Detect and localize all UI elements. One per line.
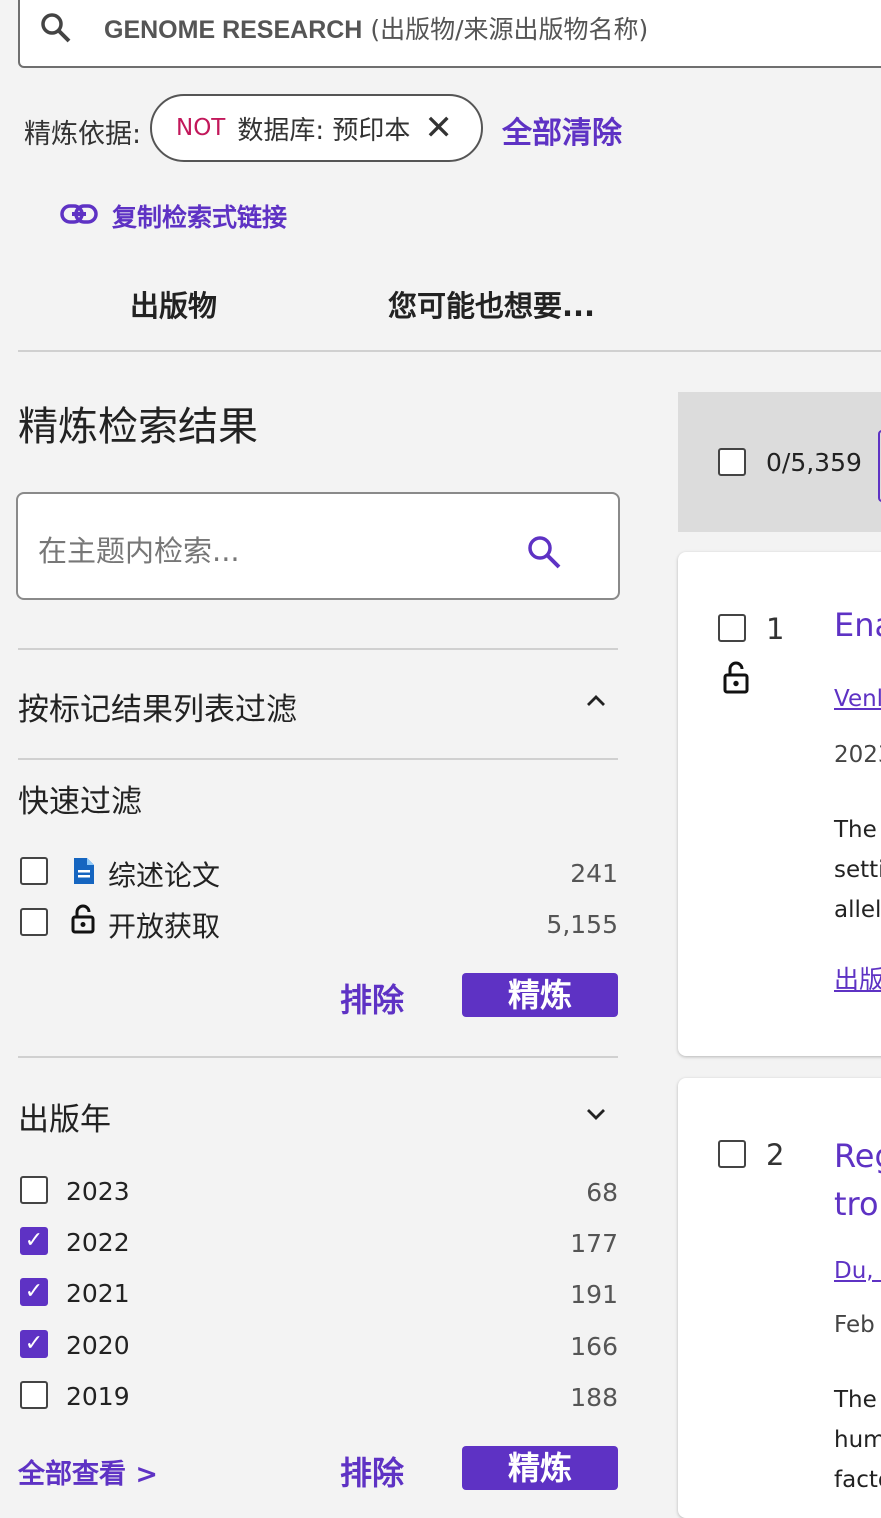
view-all-link[interactable]: 全部查看 >: [18, 1452, 158, 1491]
search-icon[interactable]: [526, 534, 562, 574]
result-card: 2 Reg trop Du, ( Feb The hum facto: [678, 1078, 881, 1518]
close-icon[interactable]: ✕: [424, 111, 453, 145]
year-label: 2023: [66, 1177, 130, 1206]
year-label: 2022: [66, 1228, 130, 1257]
refine-label: 精炼依据:: [24, 119, 142, 150]
year-checkbox-2023[interactable]: [20, 1176, 48, 1204]
tab-you-may-like[interactable]: 您可能也想要...: [388, 283, 595, 325]
result-card: 1 Ena Venl 2023 The setti allel 出版: [678, 552, 881, 1056]
selected-count: 0/5,359: [766, 448, 862, 477]
refine-button[interactable]: 精炼: [462, 1446, 618, 1490]
open-lock-icon: [722, 660, 750, 698]
exclude-button[interactable]: 排除: [340, 1448, 404, 1494]
refine-results-title: 精炼检索结果: [18, 404, 258, 450]
result-number: 2: [766, 1138, 785, 1172]
exclude-button[interactable]: 排除: [340, 975, 404, 1021]
year-checkbox-2021[interactable]: ✓: [20, 1278, 48, 1306]
year-checkbox-2022[interactable]: ✓: [20, 1227, 48, 1255]
selection-bar: 0/5,359: [678, 392, 881, 532]
search-placeholder: 在主题内检索...: [38, 534, 240, 568]
copy-link-label: 复制检索式链接: [112, 203, 288, 232]
open-lock-icon: [70, 904, 96, 938]
review-label: 综述论文: [108, 859, 221, 892]
result-date: 2023: [834, 742, 881, 768]
filter-chip[interactable]: NOT 数据库: 预印本 ✕: [150, 94, 483, 162]
copy-query-link[interactable]: 复制检索式链接: [60, 198, 287, 234]
result-abstract: The hum facto: [834, 1387, 881, 1493]
divider: [18, 758, 618, 760]
result-checkbox[interactable]: [718, 1140, 746, 1168]
year-label: 2019: [66, 1382, 130, 1411]
year-count: 166: [570, 1332, 618, 1361]
result-checkbox[interactable]: [718, 614, 746, 642]
open-access-label: 开放获取: [108, 910, 221, 943]
quick-filter-title: 快速过滤: [18, 784, 142, 820]
review-checkbox[interactable]: [20, 857, 48, 885]
chevron-down-icon[interactable]: [584, 1106, 608, 1126]
divider: [18, 350, 881, 352]
result-title[interactable]: Reg trop: [834, 1132, 881, 1228]
refine-button[interactable]: 精炼: [462, 973, 618, 1017]
year-count: 188: [570, 1383, 618, 1412]
chip-label: 数据库: 预印本: [237, 115, 411, 146]
open-access-checkbox[interactable]: [20, 908, 48, 936]
open-access-count: 5,155: [546, 910, 618, 939]
filter-marked-title[interactable]: 按标记结果列表过滤: [18, 684, 297, 729]
topic-search-input[interactable]: 在主题内检索...: [16, 492, 620, 600]
year-count: 68: [586, 1178, 618, 1207]
result-authors[interactable]: Venl: [834, 686, 881, 712]
divider: [18, 1056, 618, 1058]
search-icon: [40, 12, 72, 48]
year-checkbox-2020[interactable]: ✓: [20, 1330, 48, 1358]
pub-year-title[interactable]: 出版年: [18, 1094, 111, 1139]
search-query: GENOME RESEARCH (出版物/来源出版物名称): [104, 15, 649, 44]
result-abstract: The setti allel: [834, 817, 881, 923]
year-count: 191: [570, 1280, 618, 1309]
result-date: Feb: [834, 1312, 875, 1338]
year-label: 2021: [66, 1279, 130, 1308]
top-search-box[interactable]: GENOME RESEARCH (出版物/来源出版物名称): [18, 0, 881, 68]
document-icon: [72, 856, 96, 890]
result-number: 1: [766, 612, 785, 646]
year-count: 177: [570, 1229, 618, 1258]
review-count: 241: [570, 859, 618, 888]
year-checkbox-2019[interactable]: [20, 1381, 48, 1409]
result-publisher-link[interactable]: 出版: [834, 960, 881, 996]
not-badge: NOT: [176, 115, 226, 141]
select-all-checkbox[interactable]: [718, 448, 746, 476]
clear-all-link[interactable]: 全部清除: [502, 108, 622, 152]
result-authors[interactable]: Du, (: [834, 1258, 881, 1284]
divider: [18, 648, 618, 650]
result-title[interactable]: Ena: [834, 606, 881, 644]
chevron-up-icon[interactable]: [584, 692, 608, 712]
link-icon: [60, 202, 98, 231]
tab-publications[interactable]: 出版物: [130, 283, 217, 325]
year-label: 2020: [66, 1331, 130, 1360]
